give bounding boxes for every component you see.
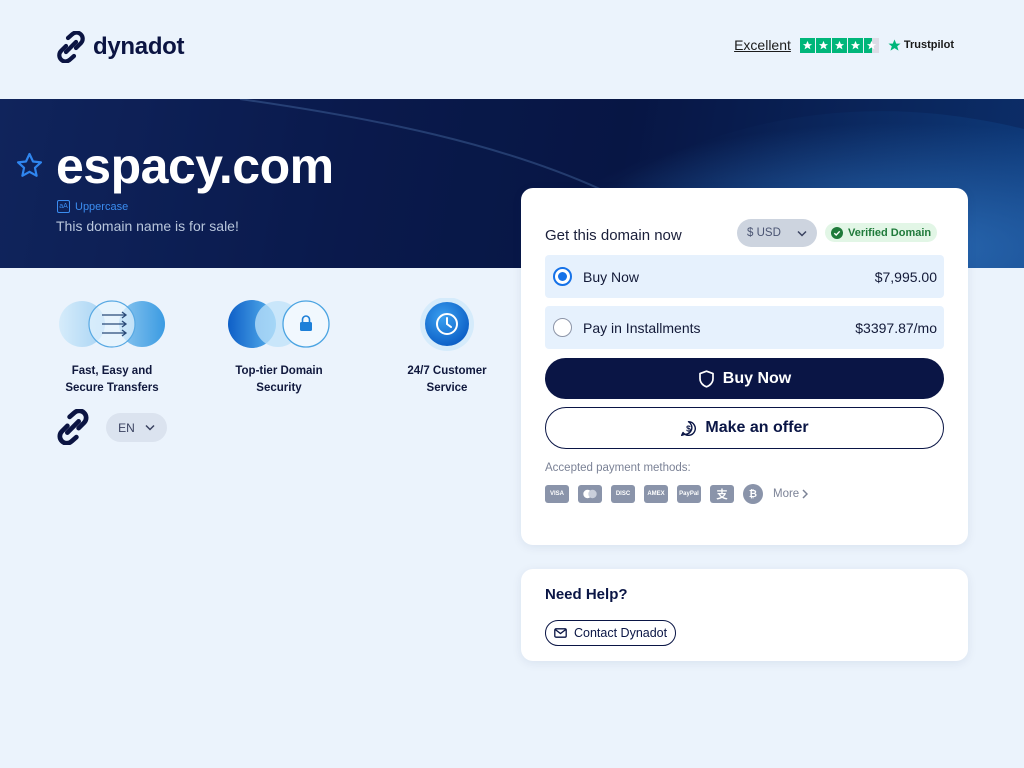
- option-label: Buy Now: [583, 268, 640, 285]
- installments-option[interactable]: Pay in Installments $3397.87/mo: [545, 306, 944, 349]
- feature-line: Fast, Easy and: [71, 365, 153, 377]
- make-offer-label: Make an offer: [705, 419, 809, 436]
- currency-value: $ USD: [747, 227, 781, 239]
- logo-text: dynadot: [93, 33, 185, 60]
- favorite-star-icon[interactable]: [15, 151, 44, 180]
- for-sale-subtitle: This domain name is for sale!: [56, 218, 239, 234]
- trustpilot-widget[interactable]: Excellent Trustpilot: [734, 37, 954, 53]
- alipay-icon: 支: [710, 485, 734, 503]
- trustpilot-stars: [799, 37, 879, 53]
- domain-name-title: espacy.com: [56, 138, 334, 194]
- trustpilot-rating-text[interactable]: Excellent: [734, 37, 791, 53]
- clock-icon: [420, 298, 474, 351]
- more-payment-methods-link[interactable]: More: [773, 488, 809, 500]
- amex-icon: AMEX: [644, 485, 668, 503]
- discover-icon: DISC: [611, 485, 635, 503]
- star-icon: [799, 37, 815, 53]
- feature-line: Service: [426, 382, 468, 394]
- help-title: Need Help?: [545, 586, 628, 603]
- trustpilot-brand-text: Trustpilot: [903, 39, 954, 51]
- option-label: Pay in Installments: [583, 319, 701, 336]
- check-circle-icon: [831, 226, 843, 239]
- payment-methods-label: Accepted payment methods:: [545, 462, 691, 474]
- currency-selector[interactable]: $ USD: [737, 219, 817, 247]
- buy-now-option[interactable]: Buy Now $7,995.00: [545, 255, 944, 298]
- feature-support: 24/7 Customer Service: [377, 363, 517, 397]
- chevron-down-icon: [145, 424, 155, 431]
- language-selector[interactable]: EN: [106, 413, 167, 442]
- buy-now-button[interactable]: Buy Now: [545, 358, 944, 399]
- chevron-right-icon: [802, 489, 809, 499]
- purchase-card: Get this domain now $ USD Verified Domai…: [521, 188, 968, 545]
- chevron-down-icon: [797, 230, 807, 237]
- feature-transfers: Fast, Easy and Secure Transfers: [42, 363, 182, 397]
- uppercase-tag[interactable]: aA Uppercase: [57, 200, 128, 213]
- chat-dollar-icon: $: [681, 420, 697, 436]
- shield-icon: [698, 369, 714, 388]
- contact-dynadot-button[interactable]: Contact Dynadot: [545, 620, 677, 646]
- lock-icon: [228, 300, 330, 348]
- uppercase-tag-label: Uppercase: [75, 200, 129, 213]
- star-icon: [831, 37, 847, 53]
- feature-line: Top-tier Domain: [235, 365, 323, 377]
- feature-security: Top-tier Domain Security: [209, 363, 349, 397]
- visa-icon: VISA: [545, 485, 569, 503]
- payment-methods-row: VISA DISC AMEX PayPal 支 ₿ More: [545, 484, 809, 504]
- dynadot-logo[interactable]: dynadot: [55, 31, 185, 63]
- make-offer-button[interactable]: $ Make an offer: [545, 407, 944, 449]
- purchase-card-title: Get this domain now: [545, 227, 682, 244]
- trustpilot-logo: Trustpilot: [888, 39, 954, 52]
- feature-line: Secure Transfers: [65, 382, 159, 394]
- installments-radio[interactable]: [553, 318, 572, 337]
- text-case-icon: aA: [57, 200, 70, 213]
- mastercard-icon: [578, 485, 602, 503]
- star-icon: [847, 37, 863, 53]
- contact-dynadot-label: Contact Dynadot: [574, 626, 668, 640]
- buy-now-label: Buy Now: [722, 369, 792, 387]
- feature-line: Security: [256, 382, 302, 394]
- feature-line: 24/7 Customer: [407, 365, 487, 377]
- more-label: More: [773, 488, 800, 500]
- transfer-icon: [59, 300, 165, 348]
- buy-now-radio[interactable]: [553, 267, 572, 286]
- bitcoin-icon: ₿: [743, 484, 763, 504]
- option-price: $3397.87/mo: [855, 319, 937, 336]
- trustpilot-star-icon: [888, 39, 901, 51]
- dynadot-small-logo-icon: [57, 409, 89, 445]
- language-value: EN: [118, 420, 135, 435]
- option-price: $7,995.00: [874, 268, 937, 285]
- verified-domain-label: Verified Domain: [848, 226, 932, 239]
- chain-link-icon: [57, 31, 85, 63]
- half-star-icon: [863, 37, 879, 53]
- paypal-icon: PayPal: [677, 485, 701, 503]
- star-icon: [815, 37, 831, 53]
- verified-domain-badge: Verified Domain: [825, 223, 938, 242]
- svg-text:$: $: [687, 423, 692, 433]
- help-card: Need Help? Contact Dynadot: [521, 569, 968, 661]
- mail-icon: [554, 628, 567, 638]
- page: dynadot Excellent Trustpilot espacy.com …: [0, 0, 1024, 768]
